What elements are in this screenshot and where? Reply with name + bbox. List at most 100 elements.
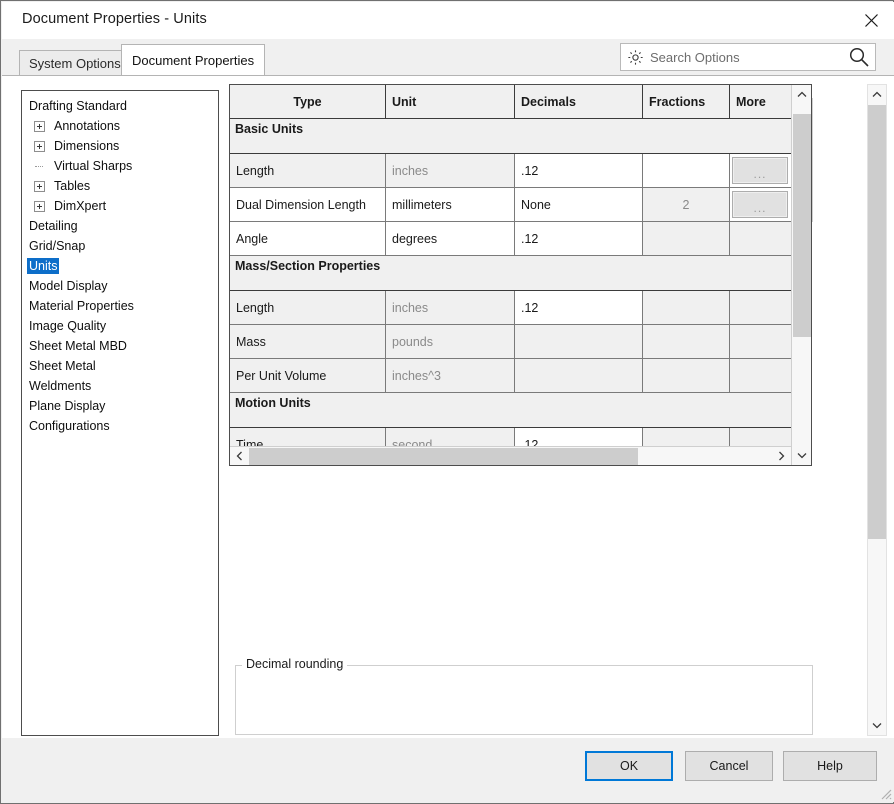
- settings-tree[interactable]: Drafting Standard Annotations Dimensions Vi…: [21, 90, 219, 736]
- tab-system-options-label: System Options: [29, 56, 121, 71]
- help-button[interactable]: Help: [783, 751, 877, 781]
- expand-plus-icon[interactable]: [34, 181, 45, 192]
- cell-fractions[interactable]: [643, 359, 730, 392]
- ok-button[interactable]: OK: [585, 751, 673, 781]
- cell-fractions[interactable]: 2: [643, 188, 730, 221]
- sidebar-item-label: Drafting Standard: [27, 98, 129, 114]
- sidebar-item-label: DimXpert: [52, 198, 108, 214]
- expand-plus-icon[interactable]: [34, 141, 45, 152]
- cell-decimals[interactable]: [515, 325, 643, 358]
- column-header-decimals[interactable]: Decimals: [515, 85, 643, 118]
- column-header-more[interactable]: More: [730, 85, 792, 118]
- cell-decimals[interactable]: .12: [515, 222, 643, 255]
- table-row[interactable]: Lengthinches.12: [230, 291, 792, 325]
- cell-decimals[interactable]: None: [515, 188, 643, 221]
- chevron-left-icon[interactable]: [230, 447, 249, 465]
- chevron-up-icon[interactable]: [792, 85, 812, 104]
- sidebar-item-dimensions[interactable]: Dimensions: [22, 136, 218, 156]
- cell-fractions[interactable]: [643, 325, 730, 358]
- dialog-content: Drafting Standard Annotations Dimensions Vi…: [2, 75, 894, 740]
- sidebar-item-label: Weldments: [27, 378, 93, 394]
- sidebar-item-model-display[interactable]: Model Display: [22, 276, 218, 296]
- table-section-row: Basic Units: [230, 119, 792, 154]
- cell-more[interactable]: ...: [730, 188, 792, 221]
- table-row[interactable]: Dual Dimension LengthmillimetersNone2...: [230, 188, 792, 222]
- sidebar-item-detailing[interactable]: Detailing: [22, 216, 218, 236]
- cell-fractions[interactable]: [643, 222, 730, 255]
- sidebar-item-tables[interactable]: Tables: [22, 176, 218, 196]
- cancel-button[interactable]: Cancel: [685, 751, 773, 781]
- sidebar-item-units[interactable]: Units: [22, 256, 218, 276]
- table-row[interactable]: Per Unit Volumeinches^3: [230, 359, 792, 393]
- chevron-up-icon[interactable]: [868, 85, 886, 104]
- panel-vertical-scroll-thumb[interactable]: [868, 105, 886, 539]
- cell-type: Length: [230, 291, 386, 324]
- close-icon[interactable]: [848, 2, 894, 38]
- help-button-label: Help: [817, 759, 843, 773]
- chevron-right-icon[interactable]: [772, 447, 791, 465]
- sidebar-item-label: Dimensions: [52, 138, 121, 154]
- tab-system-options[interactable]: System Options: [19, 50, 131, 75]
- search-options-box[interactable]: Search Options: [620, 43, 876, 71]
- chevron-down-icon[interactable]: [868, 716, 886, 735]
- units-table[interactable]: TypeUnitDecimalsFractionsMoreBasic Units…: [229, 84, 812, 466]
- table-row[interactable]: Angledegrees.12: [230, 222, 792, 256]
- cell-more: [730, 222, 792, 255]
- cell-unit[interactable]: pounds: [386, 325, 515, 358]
- sidebar-item-dimxpert[interactable]: DimXpert: [22, 196, 218, 216]
- table-horizontal-scroll-thumb[interactable]: [249, 448, 638, 465]
- column-header-type[interactable]: Type: [230, 85, 386, 118]
- more-options-button[interactable]: ...: [732, 191, 788, 218]
- section-title: Mass/Section Properties: [230, 256, 792, 290]
- sidebar-item-material-properties[interactable]: Material Properties: [22, 296, 218, 316]
- cell-fractions[interactable]: [643, 154, 730, 187]
- table-row[interactable]: Masspounds: [230, 325, 792, 359]
- tree-connector-icon: [34, 161, 45, 172]
- sidebar-item-virtual-sharps[interactable]: Virtual Sharps: [22, 156, 218, 176]
- table-vertical-scroll-thumb[interactable]: [793, 114, 811, 337]
- sidebar-item-sheet-metal-mbd[interactable]: Sheet Metal MBD: [22, 336, 218, 356]
- sidebar-item-label: Sheet Metal MBD: [27, 338, 129, 354]
- resize-grip[interactable]: [878, 786, 892, 800]
- more-options-button[interactable]: ...: [732, 157, 788, 184]
- section-title: Motion Units: [230, 393, 792, 427]
- sidebar-item-image-quality[interactable]: Image Quality: [22, 316, 218, 336]
- cell-unit[interactable]: inches: [386, 154, 515, 187]
- panel-vertical-scrollbar[interactable]: [867, 84, 887, 736]
- cell-more[interactable]: ...: [730, 154, 792, 187]
- units-panel: Unit system MKS(meter, kilogram, second)…: [229, 84, 859, 736]
- title-bar: Document Properties - Units: [2, 2, 894, 39]
- search-icon[interactable]: [848, 46, 870, 68]
- tab-document-properties[interactable]: Document Properties: [121, 44, 265, 75]
- sidebar-item-plane-display[interactable]: Plane Display: [22, 396, 218, 416]
- sidebar-item-drafting-standard[interactable]: Drafting Standard: [22, 96, 218, 116]
- chevron-down-icon[interactable]: [792, 446, 812, 465]
- cancel-button-label: Cancel: [710, 759, 749, 773]
- cell-unit[interactable]: inches: [386, 291, 515, 324]
- sidebar-item-sheet-metal[interactable]: Sheet Metal: [22, 356, 218, 376]
- column-header-fractions[interactable]: Fractions: [643, 85, 730, 118]
- cell-type: Mass: [230, 325, 386, 358]
- cell-fractions[interactable]: [643, 291, 730, 324]
- cell-type: Angle: [230, 222, 386, 255]
- ok-button-label: OK: [620, 759, 638, 773]
- expand-plus-icon[interactable]: [34, 121, 45, 132]
- cell-unit[interactable]: inches^3: [386, 359, 515, 392]
- table-row[interactable]: Lengthinches.12...: [230, 154, 792, 188]
- cell-decimals[interactable]: [515, 359, 643, 392]
- expand-plus-icon[interactable]: [34, 201, 45, 212]
- cell-decimals[interactable]: .12: [515, 154, 643, 187]
- sidebar-item-grid-snap[interactable]: Grid/Snap: [22, 236, 218, 256]
- cell-unit[interactable]: millimeters: [386, 188, 515, 221]
- sidebar-item-configurations[interactable]: Configurations: [22, 416, 218, 436]
- search-input[interactable]: Search Options: [650, 50, 848, 65]
- document-properties-dialog: Document Properties - Units System Optio…: [0, 0, 894, 804]
- table-vertical-scrollbar[interactable]: [791, 85, 811, 465]
- sidebar-item-annotations[interactable]: Annotations: [22, 116, 218, 136]
- sidebar-item-weldments[interactable]: Weldments: [22, 376, 218, 396]
- table-horizontal-scrollbar[interactable]: [230, 446, 791, 465]
- table-section-row: Motion Units: [230, 393, 792, 428]
- column-header-unit[interactable]: Unit: [386, 85, 515, 118]
- cell-decimals[interactable]: .12: [515, 291, 643, 324]
- cell-unit[interactable]: degrees: [386, 222, 515, 255]
